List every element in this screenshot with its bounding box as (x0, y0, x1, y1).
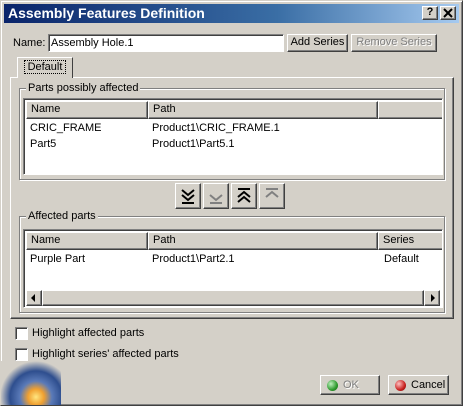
move-down-button[interactable] (203, 183, 229, 209)
move-all-down-icon (181, 189, 195, 204)
column-header-name[interactable]: Name (26, 232, 148, 250)
row-series: Default (384, 253, 419, 265)
remove-series-button[interactable]: Remove Series (351, 34, 437, 52)
help-button[interactable]: ? (422, 6, 438, 20)
decorative-logo-graphic (1, 361, 61, 405)
arrow-left-icon (31, 294, 35, 302)
scroll-left-button[interactable] (26, 290, 42, 306)
row-name: CRIC_FRAME (30, 122, 102, 134)
parts-possibly-affected-list[interactable]: Name Path CRIC_FRAME Product1\CRIC_FRAME… (23, 98, 443, 175)
horizontal-scrollbar[interactable] (26, 290, 440, 306)
row-path: Product1\Part2.1 (152, 253, 235, 265)
row-name: Purple Part (30, 253, 86, 265)
assembly-features-dialog: Assembly Features Definition ? Name: Ass… (0, 0, 463, 406)
table-row[interactable]: Part5 Product1\Part5.1 (26, 136, 436, 152)
cancel-label: Cancel (411, 379, 446, 391)
column-header-extra[interactable] (378, 101, 442, 119)
cancel-icon (395, 380, 406, 391)
checkbox-label: Highlight series' affected parts (32, 348, 179, 360)
column-header-series[interactable]: Series (378, 232, 442, 250)
move-all-up-button[interactable] (231, 183, 257, 209)
cancel-button[interactable]: Cancel (388, 375, 449, 395)
column-header-path[interactable]: Path (148, 232, 378, 250)
column-header-path[interactable]: Path (148, 101, 378, 119)
window-title: Assembly Features Definition (8, 5, 205, 21)
table-row[interactable]: CRIC_FRAME Product1\CRIC_FRAME.1 (26, 120, 436, 136)
move-up-icon (265, 188, 279, 198)
ok-label: OK (343, 379, 359, 391)
checkbox-box[interactable] (15, 348, 28, 361)
arrow-right-icon (431, 294, 435, 302)
column-header-name[interactable]: Name (26, 101, 148, 119)
name-label: Name: (13, 37, 46, 49)
tab-default-label: Default (23, 60, 67, 74)
table-row[interactable]: Purple Part Product1\Part2.1 Default (26, 251, 436, 267)
affected-parts-list[interactable]: Name Path Series Purple Part Product1\Pa… (23, 229, 443, 308)
row-name: Part5 (30, 138, 57, 150)
title-bar[interactable]: Assembly Features Definition ? (4, 4, 459, 23)
scroll-thumb[interactable] (42, 290, 424, 306)
name-input[interactable]: Assembly Hole.1 (48, 34, 284, 52)
checkbox-label: Highlight affected parts (32, 327, 145, 339)
row-path: Product1\Part5.1 (152, 138, 235, 150)
ok-icon (327, 380, 338, 391)
move-all-down-button[interactable] (175, 183, 201, 209)
row-path: Product1\CRIC_FRAME.1 (152, 122, 280, 134)
parts-possibly-affected-title: Parts possibly affected (26, 81, 141, 95)
move-all-up-icon (237, 188, 251, 203)
scroll-right-button[interactable] (424, 290, 440, 306)
close-icon (443, 8, 453, 18)
move-up-button[interactable] (259, 183, 285, 209)
move-down-icon (209, 194, 223, 204)
affected-parts-title: Affected parts (26, 209, 98, 223)
ok-button[interactable]: OK (320, 375, 380, 395)
close-button[interactable] (440, 6, 456, 20)
checkbox-box[interactable] (15, 327, 28, 340)
add-series-button[interactable]: Add Series (287, 34, 348, 52)
tab-default[interactable]: Default (17, 57, 73, 78)
